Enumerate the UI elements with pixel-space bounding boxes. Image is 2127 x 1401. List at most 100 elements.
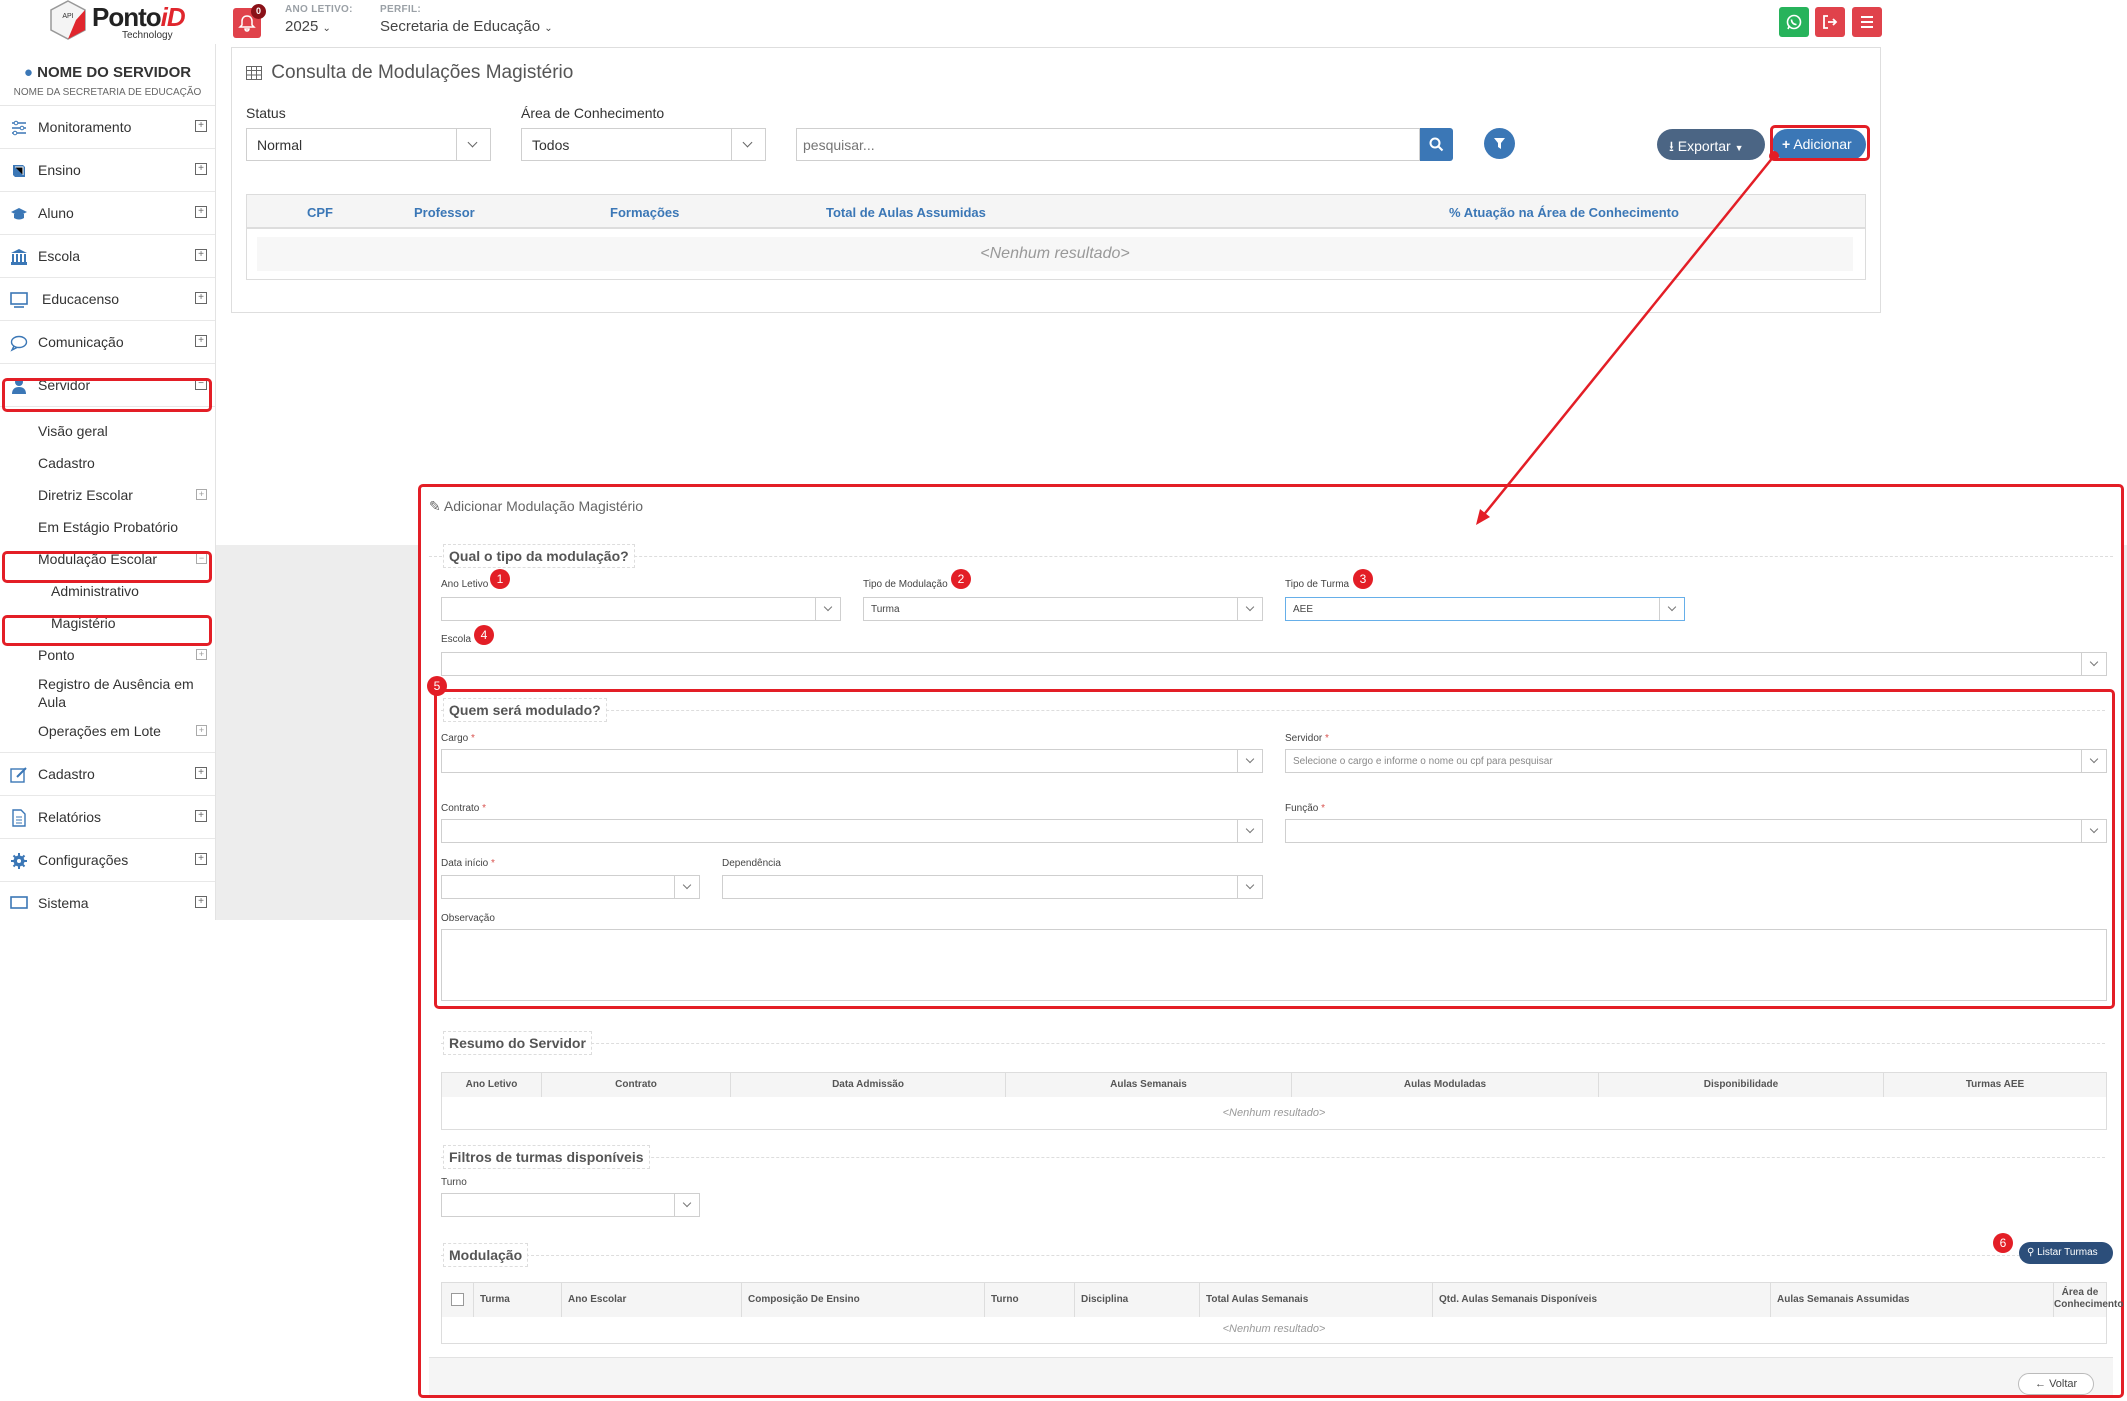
sidebar-item-label: Educacenso bbox=[42, 291, 120, 307]
highlight-magisterio bbox=[2, 615, 212, 646]
sidebar-sub-diretriz-escolar[interactable]: Diretriz Escolar + bbox=[0, 479, 215, 511]
expand-icon[interactable]: + bbox=[195, 249, 207, 261]
sidebar-sub-operacoes-lote[interactable]: Operações em Lote + bbox=[0, 715, 215, 747]
table-icon bbox=[246, 66, 262, 80]
sidebar-item-aluno[interactable]: Aluno + bbox=[0, 192, 215, 235]
notifications-button[interactable]: 0 bbox=[233, 4, 266, 38]
monitor-icon bbox=[10, 896, 28, 909]
edit-icon: ✎ bbox=[429, 498, 441, 514]
observacao-textarea[interactable] bbox=[441, 929, 2107, 1001]
profile-label: PERFIL: bbox=[380, 4, 421, 15]
sidebar-item-sistema[interactable]: Sistema + bbox=[0, 882, 215, 920]
sidebar-item-escola[interactable]: Escola + bbox=[0, 235, 215, 278]
sidebar-sub-registro-ausencia[interactable]: Registro de Ausência em Aula bbox=[0, 671, 215, 715]
expand-icon[interactable]: + bbox=[196, 725, 207, 736]
escola-select[interactable] bbox=[441, 652, 2107, 676]
expand-icon[interactable]: + bbox=[195, 853, 207, 865]
cargo-select[interactable] bbox=[441, 749, 1263, 773]
ano-letivo-select[interactable] bbox=[441, 597, 841, 621]
marker-3: 3 bbox=[1353, 569, 1373, 589]
export-button[interactable]: ⭳ Exportar ▼ bbox=[1657, 129, 1765, 160]
calendar-icon[interactable] bbox=[674, 876, 699, 898]
sidebar-sub-label: Diretriz Escolar bbox=[38, 487, 133, 503]
menu-button[interactable] bbox=[1852, 7, 1882, 37]
search-button[interactable] bbox=[1420, 128, 1453, 161]
column-header[interactable]: Professor bbox=[414, 205, 475, 220]
sidebar-sub-label: Ponto bbox=[38, 647, 75, 663]
table-header: CPF Professor Formações Total de Aulas A… bbox=[247, 195, 1865, 229]
marker-6: 6 bbox=[1993, 1233, 2013, 1253]
chevron-down-icon bbox=[2081, 820, 2106, 842]
year-label: ANO LETIVO: bbox=[285, 4, 353, 15]
column-header: Turma bbox=[474, 1283, 562, 1317]
year-value: 2025 bbox=[285, 18, 319, 35]
column-header[interactable]: Formações bbox=[610, 205, 679, 220]
empty-result: <Nenhum resultado> bbox=[257, 237, 1853, 271]
turno-select[interactable] bbox=[441, 1193, 700, 1217]
servidor-placeholder: Selecione o cargo e informe o nome ou cp… bbox=[1293, 756, 1553, 767]
user-icon: ● bbox=[23, 64, 33, 81]
sidebar-sub-cadastro[interactable]: Cadastro bbox=[0, 447, 215, 479]
column-header[interactable]: CPF bbox=[307, 205, 333, 220]
servidor-select[interactable]: Selecione o cargo e informe o nome ou cp… bbox=[1285, 749, 2107, 773]
sidebar-item-label: Aluno bbox=[38, 205, 74, 221]
status-label: Status bbox=[246, 105, 286, 121]
expand-icon[interactable]: + bbox=[195, 292, 207, 304]
column-header: Aulas Moduladas bbox=[1292, 1073, 1599, 1097]
expand-icon[interactable]: + bbox=[196, 649, 207, 660]
voltar-button[interactable]: ← Voltar bbox=[2018, 1373, 2094, 1395]
sidebar-item-label: Escola bbox=[38, 248, 81, 264]
sidebar-item-monitoramento[interactable]: Monitoramento + bbox=[0, 106, 215, 149]
status-value: Normal bbox=[257, 137, 303, 153]
expand-icon[interactable]: + bbox=[195, 767, 207, 779]
profile-selector[interactable]: PERFIL: Secretaria de Educação ⌄ bbox=[380, 4, 553, 35]
logout-button[interactable] bbox=[1815, 7, 1845, 37]
funcao-label: Função * bbox=[1285, 803, 1326, 814]
column-header[interactable]: % Atuação na Área de Conhecimento bbox=[1449, 205, 1679, 220]
chevron-down-icon bbox=[456, 129, 490, 160]
dependencia-select[interactable] bbox=[722, 875, 1263, 899]
sidebar-item-cadastro[interactable]: Cadastro + bbox=[0, 753, 215, 796]
sidebar-sub-visao-geral[interactable]: Visão geral bbox=[0, 415, 215, 447]
funcao-select[interactable] bbox=[1285, 819, 2107, 843]
filter-button[interactable] bbox=[1484, 128, 1515, 159]
year-selector[interactable]: ANO LETIVO: 2025 ⌄ bbox=[285, 4, 353, 35]
whatsapp-button[interactable] bbox=[1779, 7, 1809, 37]
logo-hex-icon: API bbox=[50, 0, 86, 40]
logo[interactable]: API PontoiD Technology bbox=[40, 0, 186, 44]
expand-icon[interactable]: + bbox=[195, 896, 207, 908]
search-input[interactable] bbox=[796, 128, 1420, 161]
listar-turmas-button[interactable]: ⚲ Listar Turmas bbox=[2019, 1242, 2113, 1264]
download-icon: ⭳ bbox=[1669, 138, 1674, 154]
data-inicio-input[interactable] bbox=[441, 875, 700, 899]
column-header[interactable]: Total de Aulas Assumidas bbox=[826, 205, 986, 220]
select-all-checkbox[interactable] bbox=[442, 1283, 474, 1317]
sidebar-item-comunicacao[interactable]: Comunicação + bbox=[0, 321, 215, 364]
sidebar-item-configuracoes[interactable]: Configurações + bbox=[0, 839, 215, 882]
sidebar-item-educacenso[interactable]: Educacenso + bbox=[0, 278, 215, 321]
contrato-label: Contrato * bbox=[441, 803, 487, 814]
expand-icon[interactable]: + bbox=[196, 489, 207, 500]
expand-icon[interactable]: + bbox=[195, 335, 207, 347]
sidebar-item-relatorios[interactable]: Relatórios + bbox=[0, 796, 215, 839]
highlight-servidor bbox=[2, 378, 212, 412]
user-name: NOME DO SERVIDOR bbox=[37, 64, 192, 81]
sidebar-sub-estagio-probatorio[interactable]: Em Estágio Probatório bbox=[0, 511, 215, 543]
contrato-select[interactable] bbox=[441, 819, 1263, 843]
expand-icon[interactable]: + bbox=[195, 810, 207, 822]
tipo-turma-label: Tipo de Turma bbox=[1285, 579, 1350, 590]
tipo-modulacao-select[interactable]: Turma bbox=[863, 597, 1263, 621]
book-icon bbox=[13, 165, 25, 177]
search-icon bbox=[1429, 137, 1444, 152]
chevron-down-icon bbox=[815, 598, 840, 620]
expand-icon[interactable]: + bbox=[195, 120, 207, 132]
sidebar-item-ensino[interactable]: Ensino + bbox=[0, 149, 215, 192]
expand-icon[interactable]: + bbox=[195, 206, 207, 218]
edit-icon bbox=[10, 767, 27, 783]
expand-icon[interactable]: + bbox=[195, 163, 207, 175]
area-select[interactable]: Todos bbox=[521, 128, 766, 161]
marker-5: 5 bbox=[427, 676, 447, 696]
tipo-turma-select[interactable]: AEE bbox=[1285, 597, 1685, 621]
section-modulacao: Modulação bbox=[443, 1243, 529, 1267]
status-select[interactable]: Normal bbox=[246, 128, 491, 161]
